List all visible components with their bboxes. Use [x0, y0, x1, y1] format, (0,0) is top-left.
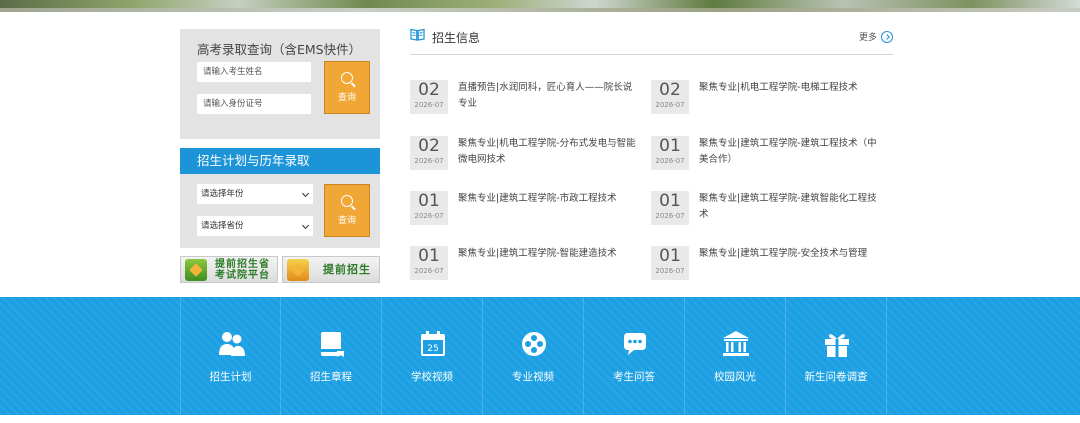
news-headline[interactable]: 聚焦专业|建筑工程学院-建筑工程技术（中美合作）: [699, 136, 877, 168]
quicklink-label: 招生计划: [209, 371, 252, 383]
enrollment-plan-panel: 请选择年份 请选择省份 查询: [180, 174, 380, 248]
admission-search-button[interactable]: 查询: [324, 61, 370, 114]
admission-query-title: 高考录取查询（含EMS快件）: [197, 42, 362, 57]
chevron-right-circle-icon: [881, 30, 893, 43]
quicklink-label: 考生问答: [613, 371, 655, 383]
book-stack-icon: [185, 258, 207, 281]
news-item[interactable]: 02 2026-07 聚焦专业|机电工程学院-电梯工程技术: [651, 80, 881, 120]
early-admission-banner[interactable]: 提前招生: [282, 256, 380, 283]
news-item[interactable]: 02 2026-07 直播预告|水润同科，匠心育人——院长说专业: [410, 80, 640, 120]
date-year-month: 2026-07: [655, 157, 685, 165]
news-header: 招生信息 更多: [410, 26, 893, 55]
quicklink-qa[interactable]: 考生问答: [584, 297, 685, 415]
news-item[interactable]: 02 2026-07 聚焦专业|机电工程学院-分布式发电与智能微电网技术: [410, 136, 640, 176]
year-select-value: 请选择年份: [201, 189, 244, 199]
date-day: 01: [418, 191, 440, 211]
svg-text:25: 25: [427, 344, 438, 354]
date-year-month: 2026-07: [414, 157, 444, 165]
banner-line-2: 考试院平台: [215, 269, 270, 281]
search-icon: [341, 72, 353, 84]
quicklink-enrollment-plan[interactable]: 招生计划: [180, 297, 281, 415]
calendar-icon: 25: [421, 331, 445, 356]
id-number-input[interactable]: [197, 94, 311, 114]
chevron-down-icon: [301, 221, 310, 230]
chat-bubble-icon: [624, 333, 646, 355]
plan-search-label: 查询: [337, 216, 356, 226]
news-item[interactable]: 01 2026-07 聚焦专业|建筑工程学院-安全技术与管理: [651, 246, 881, 286]
early-admission-exam-platform-banner[interactable]: 提前招生省 考试院平台: [180, 256, 278, 283]
news-headline[interactable]: 聚焦专业|建筑工程学院-安全技术与管理: [699, 246, 877, 262]
date-day: 02: [659, 80, 681, 100]
news-headline[interactable]: 聚焦专业|建筑工程学院-市政工程技术: [458, 191, 636, 207]
diamond-icon: [287, 258, 309, 281]
more-label: 更多: [858, 33, 877, 43]
date-badge: 01 2026-07: [651, 246, 689, 280]
banner-line-1: 提前招生省: [215, 258, 270, 270]
date-day: 02: [418, 80, 440, 100]
date-year-month: 2026-07: [655, 212, 685, 220]
book-icon: [321, 332, 344, 357]
quicklinks-band: 招生计划 招生章程 25 学校视频 专业视频 考生问答 校园风光 新生问卷调查: [0, 297, 1080, 415]
quicklink-campus-scenery[interactable]: 校园风光: [685, 297, 786, 415]
quicklink-label: 招生章程: [310, 371, 352, 383]
more-link[interactable]: 更多: [859, 30, 893, 43]
news-headline[interactable]: 聚焦专业|机电工程学院-电梯工程技术: [699, 80, 877, 96]
film-reel-icon: [522, 332, 546, 356]
date-day: 01: [659, 136, 681, 156]
news-headline[interactable]: 聚焦专业|机电工程学院-分布式发电与智能微电网技术: [458, 136, 636, 168]
admission-search-label: 查询: [337, 93, 356, 103]
quicklink-admission-rules[interactable]: 招生章程: [281, 297, 382, 415]
date-day: 01: [659, 191, 681, 211]
news-item[interactable]: 01 2026-07 聚焦专业|建筑工程学院-建筑智能化工程技术: [651, 191, 881, 231]
date-badge: 01 2026-07: [410, 191, 448, 225]
plan-search-button[interactable]: 查询: [324, 184, 370, 237]
news-section-title: 招生信息: [432, 31, 481, 45]
province-select-value: 请选择省份: [201, 221, 244, 231]
date-day: 01: [418, 246, 440, 266]
quicklink-school-video[interactable]: 25 学校视频: [382, 297, 483, 415]
quicklink-label: 新生问卷调查: [804, 371, 868, 383]
news-item[interactable]: 01 2026-07 聚焦专业|建筑工程学院-智能建造技术: [410, 246, 640, 286]
news-item[interactable]: 01 2026-07 聚焦专业|建筑工程学院-建筑工程技术（中美合作）: [651, 136, 881, 176]
quicklink-freshman-survey[interactable]: 新生问卷调查: [786, 297, 887, 415]
enrollment-plan-title: 招生计划与历年录取: [180, 148, 380, 174]
province-select[interactable]: 请选择省份: [197, 216, 313, 236]
people-icon: [219, 332, 245, 356]
chevron-down-icon: [301, 189, 310, 198]
gift-icon: [825, 334, 849, 357]
news-headline[interactable]: 直播预告|水润同科，匠心育人——院长说专业: [458, 80, 636, 112]
quicklink-major-video[interactable]: 专业视频: [483, 297, 584, 415]
date-badge: 02 2026-07: [410, 136, 448, 170]
search-icon: [341, 195, 353, 207]
quicklink-label: 校园风光: [714, 371, 756, 383]
date-badge: 01 2026-07: [651, 191, 689, 225]
header-photo-strip: [0, 0, 1080, 12]
date-year-month: 2026-07: [414, 212, 444, 220]
date-day: 02: [418, 136, 440, 156]
date-year-month: 2026-07: [655, 267, 685, 275]
date-year-month: 2026-07: [655, 101, 685, 109]
admission-query-panel: 高考录取查询（含EMS快件） 查询: [180, 29, 380, 139]
date-year-month: 2026-07: [414, 101, 444, 109]
news-item[interactable]: 01 2026-07 聚焦专业|建筑工程学院-市政工程技术: [410, 191, 640, 231]
year-select[interactable]: 请选择年份: [197, 184, 313, 204]
date-year-month: 2026-07: [414, 267, 444, 275]
news-headline[interactable]: 聚焦专业|建筑工程学院-建筑智能化工程技术: [699, 191, 877, 223]
open-book-icon: [410, 28, 425, 41]
building-icon: [723, 331, 749, 356]
date-badge: 01 2026-07: [410, 246, 448, 280]
banner-label: 提前招生: [323, 263, 371, 276]
date-badge: 02 2026-07: [651, 80, 689, 114]
news-headline[interactable]: 聚焦专业|建筑工程学院-智能建造技术: [458, 246, 636, 262]
student-name-input[interactable]: [197, 62, 311, 82]
date-badge: 02 2026-07: [410, 80, 448, 114]
date-day: 01: [659, 246, 681, 266]
quicklink-label: 学校视频: [411, 371, 453, 383]
date-badge: 01 2026-07: [651, 136, 689, 170]
quicklink-label: 专业视频: [512, 371, 554, 383]
